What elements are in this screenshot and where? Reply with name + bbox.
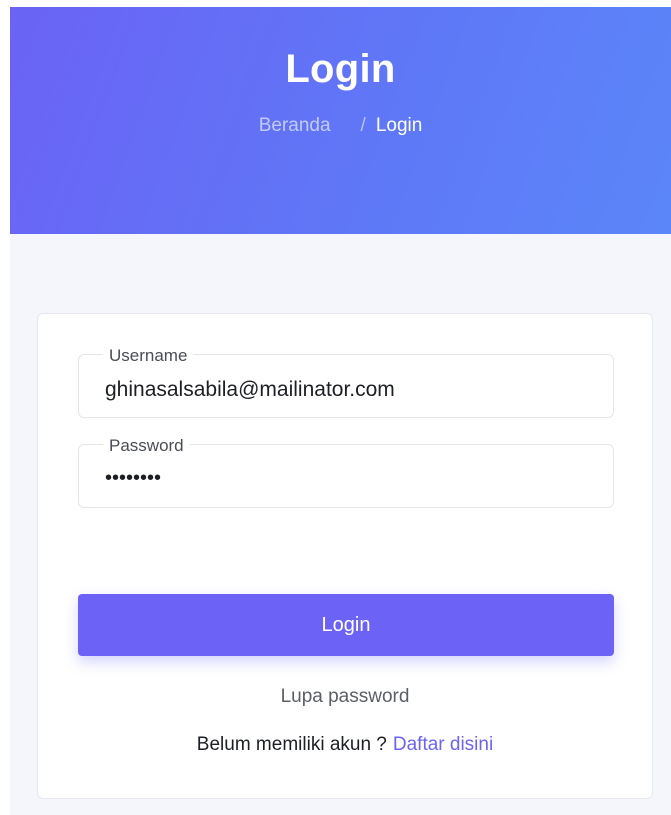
forgot-password-link[interactable]: Lupa password [38,686,652,708]
register-prompt-text: Belum memiliki akun ? [196,734,387,755]
register-prompt-line: Belum memiliki akun ? Daftar disini [38,734,652,756]
username-field: Username [78,346,614,418]
login-card: Username Password Login Lupa password Be… [37,313,653,799]
breadcrumb-home-link[interactable]: Beranda [259,115,331,137]
register-link[interactable]: Daftar disini [393,734,493,755]
password-field: Password [78,436,614,508]
username-input[interactable] [105,375,595,405]
breadcrumb-current: Login [375,115,423,136]
page-title: Login [285,47,396,91]
password-input[interactable] [105,463,595,493]
password-label: Password [103,436,190,456]
login-page: Login Beranda / Login Username Password … [0,0,671,815]
page-header-banner: Login Beranda / Login [10,7,671,234]
login-button[interactable]: Login [78,594,614,656]
username-label: Username [103,346,194,366]
breadcrumb: Beranda / Login [10,115,671,137]
breadcrumb-separator: / [360,115,366,136]
